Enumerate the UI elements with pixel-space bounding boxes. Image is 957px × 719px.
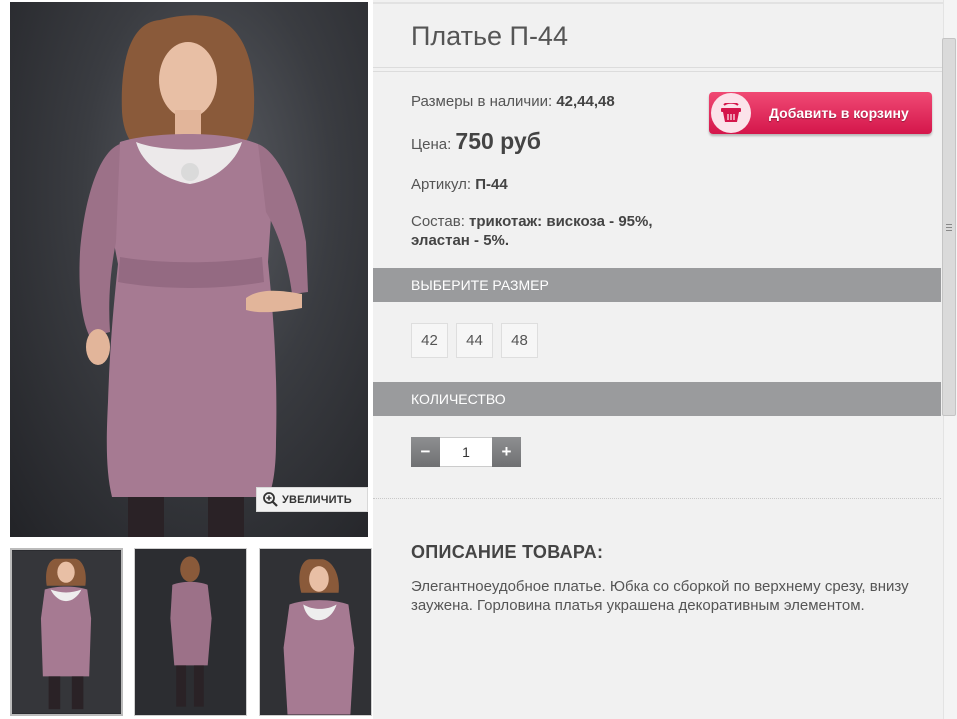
price-label: Цена:: [411, 136, 452, 153]
product-details-panel: Платье П-44 Размеры в наличии: 42,44,48 …: [373, 0, 943, 719]
quantity-section-header: КОЛИЧЕСТВО: [373, 382, 941, 416]
size-options: 42 44 48: [411, 323, 538, 358]
title-divider: [373, 67, 943, 72]
thumbnail-front[interactable]: [10, 548, 123, 716]
article-number: Артикул: П-44: [411, 176, 508, 193]
title-bar: Платье П-44: [373, 2, 943, 68]
composition-label: Состав:: [411, 213, 465, 230]
add-to-cart-label: Добавить в корзину: [769, 105, 909, 121]
main-product-photo[interactable]: [10, 2, 368, 537]
thumbnail-back[interactable]: [134, 548, 247, 716]
thumbnail-strip: [10, 548, 373, 719]
quantity-input[interactable]: [440, 437, 492, 467]
price-value: 750 руб: [455, 128, 541, 154]
composition: Состав: трикотаж: вискоза - 95%, эластан…: [411, 212, 711, 250]
cart-icon-circle: [711, 93, 751, 133]
zoom-label: УВЕЛИЧИТЬ: [282, 493, 352, 506]
available-sizes-label: Размеры в наличии:: [411, 93, 553, 110]
scrollbar-grip-icon: [946, 223, 952, 231]
article-label: Артикул:: [411, 176, 472, 193]
size-option-42[interactable]: 42: [411, 323, 448, 358]
magnifier-plus-icon: [263, 492, 278, 507]
size-option-48[interactable]: 48: [501, 323, 538, 358]
size-section-heading: ВЫБЕРИТЕ РАЗМЕР: [411, 277, 549, 293]
product-gallery: УВЕЛИЧИТЬ: [0, 0, 373, 719]
available-sizes-value: 42,44,48: [556, 93, 615, 110]
quantity-decrease-button[interactable]: −: [411, 437, 440, 467]
description-heading: ОПИСАНИЕ ТОВАРА:: [411, 542, 604, 562]
basket-icon: [721, 103, 741, 122]
size-section-header: ВЫБЕРИТЕ РАЗМЕР: [373, 268, 941, 302]
scrollbar-thumb[interactable]: [942, 38, 956, 416]
thumbnail-three-quarter[interactable]: [259, 548, 372, 716]
thumbnail-front-illustration: [12, 550, 121, 714]
article-value: П-44: [475, 176, 508, 193]
thumbnail-three-quarter-illustration: [260, 549, 371, 715]
product-title: Платье П-44: [411, 21, 568, 51]
quantity-section-heading: КОЛИЧЕСТВО: [411, 391, 506, 407]
section-divider: [373, 498, 941, 499]
model-in-dress-illustration: [79, 15, 308, 537]
price: Цена: 750 руб: [411, 128, 541, 155]
add-to-cart-button[interactable]: Добавить в корзину: [709, 92, 932, 134]
size-option-44[interactable]: 44: [456, 323, 493, 358]
quantity-increase-button[interactable]: +: [492, 437, 521, 467]
zoom-button[interactable]: УВЕЛИЧИТЬ: [256, 487, 368, 512]
thumbnail-back-illustration: [135, 549, 246, 715]
description-text: Элегантноеудобное платье. Юбка со сборко…: [411, 578, 909, 614]
available-sizes: Размеры в наличии: 42,44,48: [411, 93, 615, 110]
quantity-stepper: − +: [411, 437, 521, 467]
